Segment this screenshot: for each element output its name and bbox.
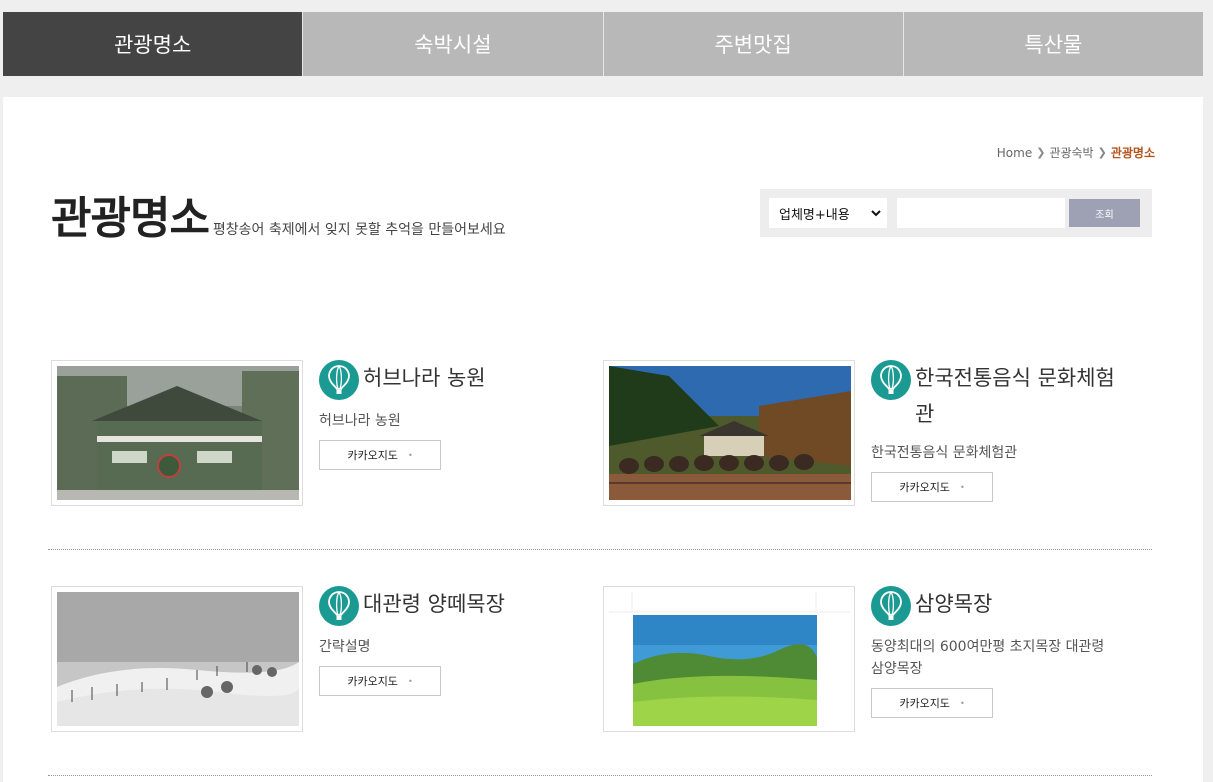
breadcrumb: Home ❯ 관광숙박 ❯ 관광명소 [997, 144, 1155, 161]
page-title: 관광명소 [51, 193, 210, 244]
search-input[interactable] [897, 198, 1065, 228]
place-thumbnail[interactable] [603, 360, 855, 506]
kakao-map-label: 카카오지도 [347, 675, 398, 688]
place-description: 허브나라 농원 [319, 413, 401, 429]
place-info: 삼양목장 동양최대의 600여만평 초지목장 대관령 삼양목장 카카오지도 • [871, 586, 1121, 718]
row-divider [48, 549, 1152, 550]
tab-specialties[interactable]: 특산물 [902, 12, 1203, 76]
search-scope-select[interactable]: 업체명+내용 [769, 198, 887, 228]
dot-icon: • [407, 676, 413, 686]
search-scope-value: 업체명+내용 [779, 207, 850, 223]
dot-icon: • [407, 450, 413, 460]
balloon-icon [871, 360, 911, 400]
tab-lodging[interactable]: 숙박시설 [302, 12, 603, 76]
kakao-map-button[interactable]: 카카오지도 • [319, 666, 441, 696]
place-thumbnail[interactable] [51, 586, 303, 732]
chevron-down-icon [871, 210, 881, 217]
kakao-map-label: 카카오지도 [347, 449, 398, 462]
breadcrumb-section[interactable]: 관광숙박 [1049, 144, 1093, 161]
kakao-map-button[interactable]: 카카오지도 • [871, 472, 993, 502]
dot-icon: • [959, 698, 965, 708]
place-description: 한국전통음식 문화체험관 [871, 445, 1018, 461]
place-info: 대관령 양떼목장 간략설명 카카오지도 • [319, 586, 569, 696]
kakao-map-label: 카카오지도 [899, 697, 950, 710]
search-button[interactable]: 조회 [1069, 199, 1140, 227]
place-info: 허브나라 농원 허브나라 농원 카카오지도 • [319, 360, 569, 470]
page-subtitle: 평창송어 축제에서 잊지 못할 추억을 만들어보세요 [212, 222, 506, 238]
place-description: 동양최대의 600여만평 초지목장 대관령 삼양목장 [871, 639, 1105, 677]
breadcrumb-home[interactable]: Home [997, 146, 1032, 160]
kakao-map-button[interactable]: 카카오지도 • [871, 688, 993, 718]
place-name[interactable]: 한국전통음식 문화체험관 [915, 360, 1121, 432]
row-divider [48, 775, 1152, 776]
place-name[interactable]: 대관령 양떼목장 [363, 586, 505, 622]
page-header: 관광명소 평창송어 축제에서 잊지 못할 추억을 만들어보세요 [51, 197, 506, 241]
search-bar: 업체명+내용 조회 [760, 189, 1152, 237]
balloon-icon [319, 360, 359, 400]
place-description: 간략설명 [319, 639, 371, 655]
place-name[interactable]: 삼양목장 [915, 586, 992, 622]
category-tabs: 관광명소 숙박시설 주변맛집 특산물 [3, 12, 1203, 76]
dot-icon: • [959, 482, 965, 492]
breadcrumb-current: 관광명소 [1110, 146, 1155, 160]
chevron-right-icon: ❯ [1036, 146, 1046, 159]
place-thumbnail[interactable] [51, 360, 303, 506]
place-name[interactable]: 허브나라 농원 [363, 360, 486, 396]
tab-attractions[interactable]: 관광명소 [3, 12, 303, 76]
kakao-map-button[interactable]: 카카오지도 • [319, 440, 441, 470]
herb-garden-photo [57, 366, 299, 500]
kakao-map-label: 카카오지도 [899, 481, 950, 494]
tab-restaurants[interactable]: 주변맛집 [602, 12, 903, 76]
traditional-food-center-photo [609, 366, 851, 500]
place-info: 한국전통음식 문화체험관 한국전통음식 문화체험관 카카오지도 • [871, 360, 1121, 502]
chevron-right-icon: ❯ [1097, 146, 1107, 159]
samyang-ranch-photo [609, 592, 851, 726]
balloon-icon [871, 586, 911, 626]
sheep-ranch-photo [57, 592, 299, 726]
balloon-icon [319, 586, 359, 626]
place-thumbnail[interactable] [603, 586, 855, 732]
